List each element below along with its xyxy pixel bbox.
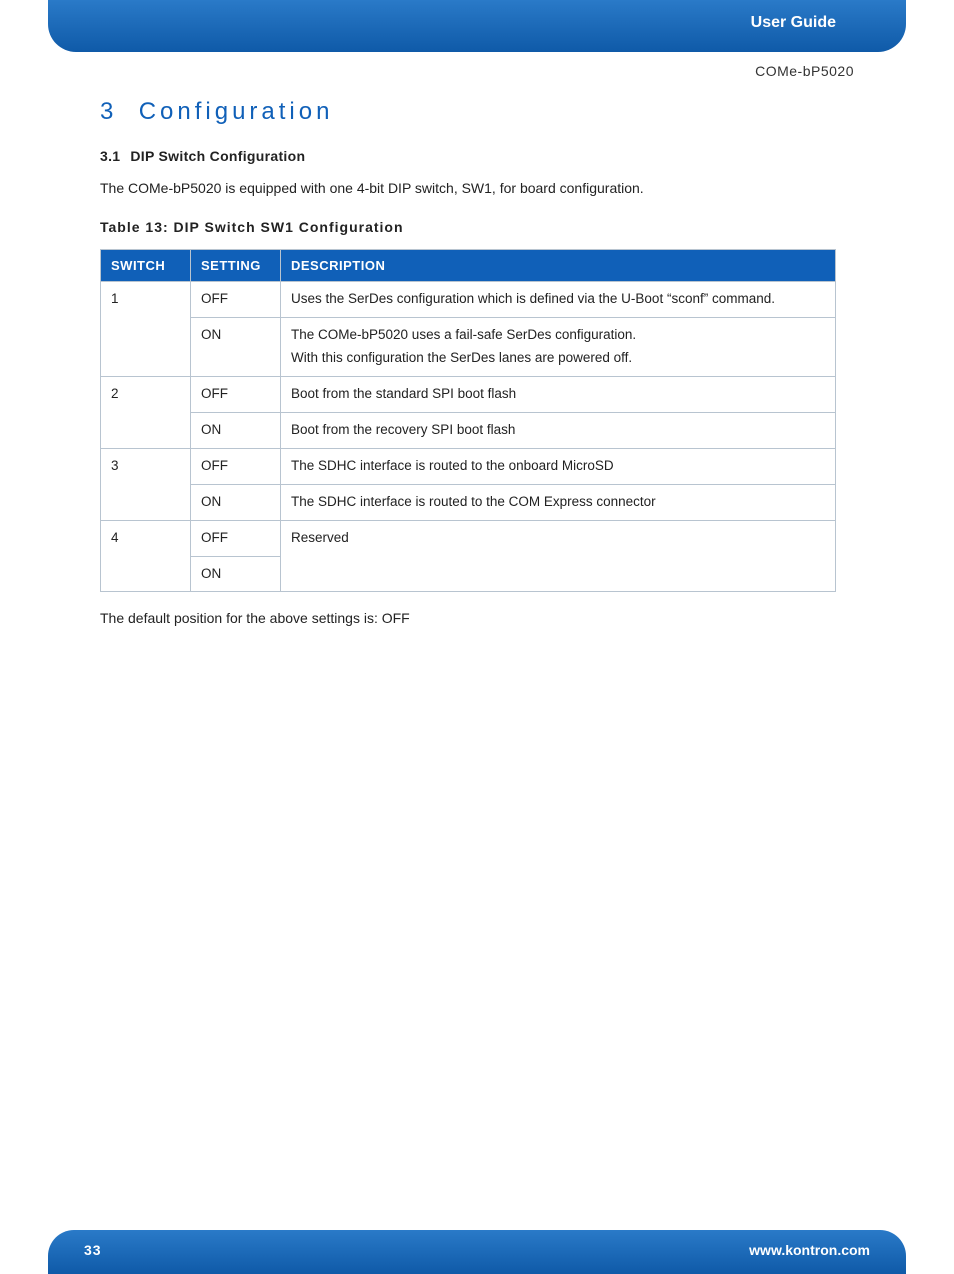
header-bar: User Guide [48, 0, 906, 52]
content-area: 3 Configuration 3.1 DIP Switch Configurat… [100, 98, 836, 626]
th-switch: SWITCH [101, 250, 191, 282]
header-label: User Guide [751, 14, 836, 32]
cell-setting: ON [191, 484, 281, 520]
document-page: User Guide COMe-bP5020 3 Configuration 3… [0, 0, 954, 1274]
subsection-heading: 3.1 DIP Switch Configuration [100, 148, 836, 164]
cell-description: Boot from the recovery SPI boot flash [281, 412, 836, 448]
table-caption: Table 13: DIP Switch SW1 Configuration [100, 219, 836, 235]
cell-switch: 4 [101, 520, 191, 592]
section-title: 3 Configuration [100, 98, 836, 126]
cell-setting: OFF [191, 376, 281, 412]
th-setting: SETTING [191, 250, 281, 282]
footer-url: www.kontron.com [749, 1242, 870, 1258]
table-row: 2 OFF Boot from the standard SPI boot fl… [101, 376, 836, 412]
cell-description: The SDHC interface is routed to the onbo… [281, 448, 836, 484]
cell-switch: 3 [101, 448, 191, 520]
cell-description: Boot from the standard SPI boot flash [281, 376, 836, 412]
th-description: DESCRIPTION [281, 250, 836, 282]
cell-setting: ON [191, 317, 281, 376]
footer-bar: 33 www.kontron.com [48, 1230, 906, 1274]
table-row: 4 OFF Reserved [101, 520, 836, 556]
section-number: 3 [100, 98, 117, 125]
table-row: 3 OFF The SDHC interface is routed to th… [101, 448, 836, 484]
table-row: ON The SDHC interface is routed to the C… [101, 484, 836, 520]
cell-description: Reserved [281, 520, 836, 592]
cell-description: The SDHC interface is routed to the COM … [281, 484, 836, 520]
cell-description: Uses the SerDes configuration which is d… [281, 282, 836, 318]
product-label: COMe-bP5020 [755, 63, 854, 79]
cell-setting: ON [191, 412, 281, 448]
cell-setting: OFF [191, 282, 281, 318]
subsection-number: 3.1 [100, 148, 120, 164]
default-note: The default position for the above setti… [100, 610, 836, 626]
cell-setting: OFF [191, 520, 281, 556]
table-row: ON Boot from the recovery SPI boot flash [101, 412, 836, 448]
section-title-text: Configuration [139, 98, 334, 125]
cell-switch: 2 [101, 376, 191, 448]
table-header-row: SWITCH SETTING DESCRIPTION [101, 250, 836, 282]
table-row: ON The COMe-bP5020 uses a fail-safe SerD… [101, 317, 836, 376]
cell-switch: 1 [101, 282, 191, 377]
cell-description: The COMe-bP5020 uses a fail-safe SerDes … [281, 317, 836, 376]
cell-setting: OFF [191, 448, 281, 484]
dip-switch-table: SWITCH SETTING DESCRIPTION 1 OFF Uses th… [100, 249, 836, 592]
subsection-title: DIP Switch Configuration [130, 148, 305, 164]
intro-text: The COMe-bP5020 is equipped with one 4-b… [100, 178, 836, 199]
page-number: 33 [84, 1242, 102, 1258]
cell-setting: ON [191, 556, 281, 592]
table-row: 1 OFF Uses the SerDes configuration whic… [101, 282, 836, 318]
